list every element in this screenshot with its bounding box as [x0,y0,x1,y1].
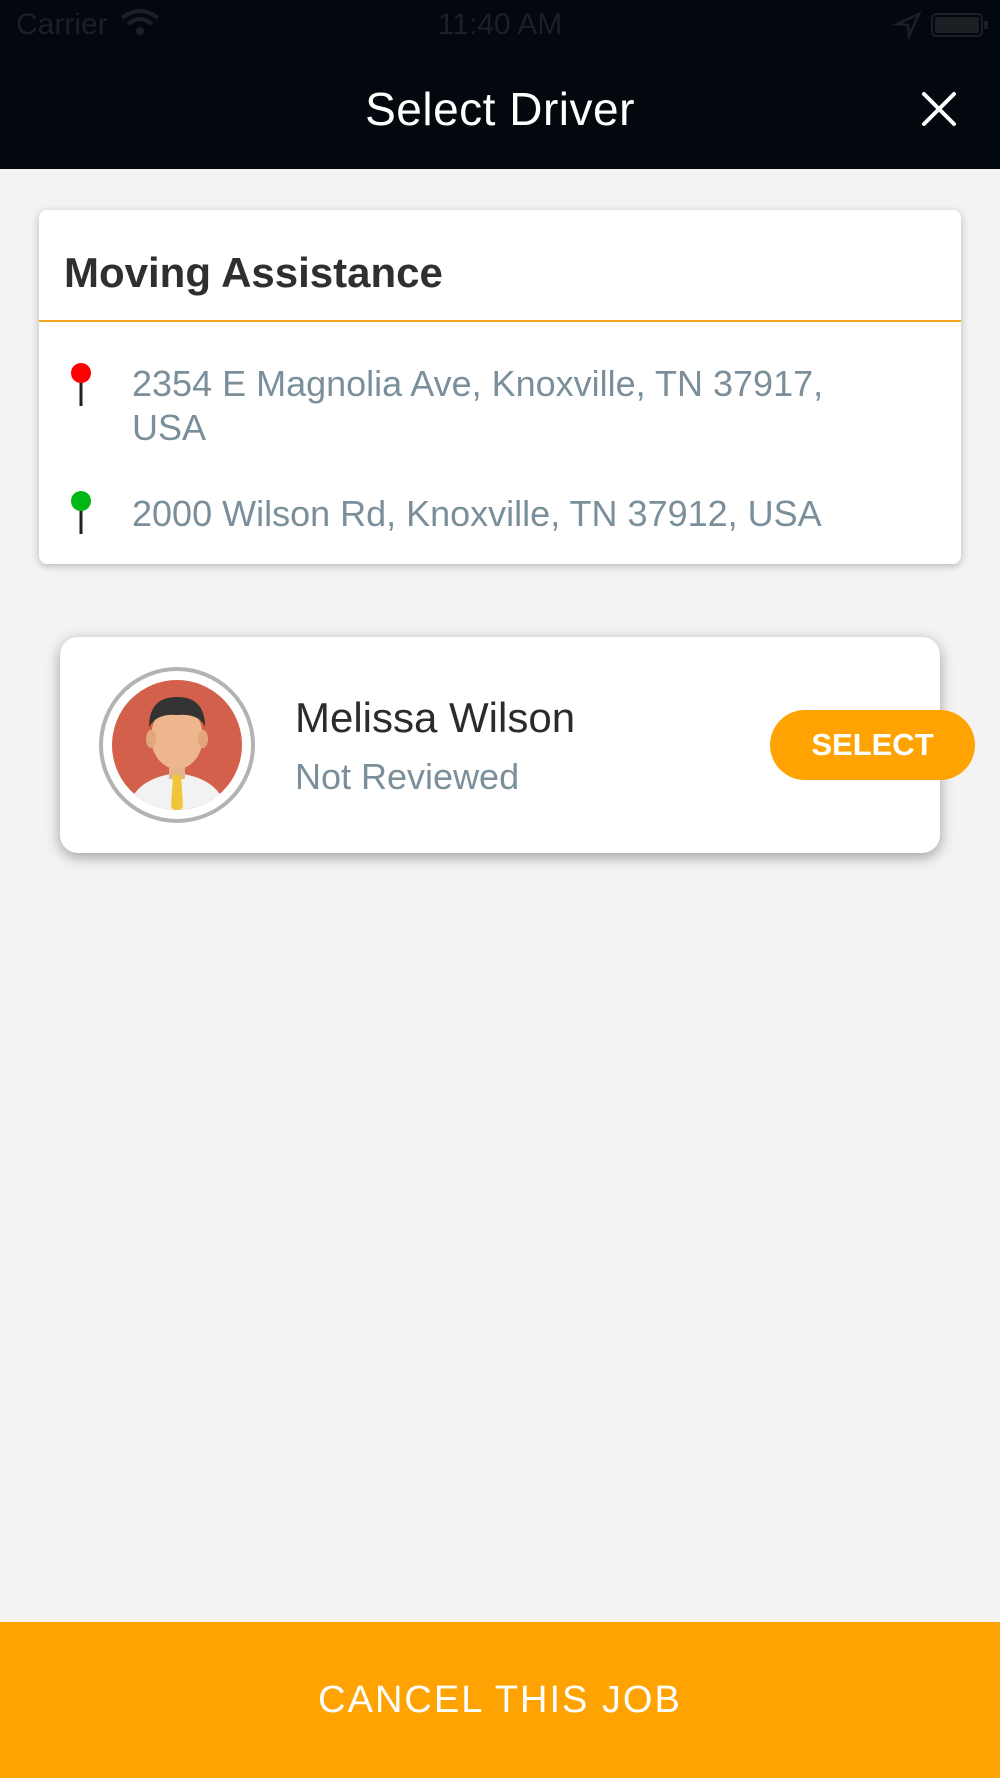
job-divider [39,320,961,322]
red-pin-icon [71,363,91,406]
driver-name: Melissa Wilson [295,694,576,741]
dropoff-address: 2000 Wilson Rd, Knoxville, TN 37912, USA [132,493,822,534]
driver-card[interactable]: Melissa Wilson Not Reviewed SELECT [60,637,975,853]
green-pin-icon [71,491,91,534]
job-title: Moving Assistance [64,249,443,296]
job-card: Moving Assistance 2354 E Magnolia Ave, K… [39,210,961,564]
cancel-job-button[interactable]: CANCEL THIS JOB [0,1622,1000,1778]
status-bar: Carrier 11:40 AM [0,0,1000,50]
avatar [99,667,255,823]
location-arrow-icon [893,11,922,40]
driver-review-status: Not Reviewed [295,756,520,797]
select-button[interactable]: SELECT [770,710,975,780]
battery-icon [931,13,988,37]
top-bar: Carrier 11:40 AM Select Driver [0,0,1000,169]
close-icon[interactable] [914,84,964,134]
status-time: 11:40 AM [437,8,563,41]
pickup-address: 2354 E Magnolia Ave, Knoxville, TN 37917… [132,363,824,448]
page-title: Select Driver [365,83,635,135]
